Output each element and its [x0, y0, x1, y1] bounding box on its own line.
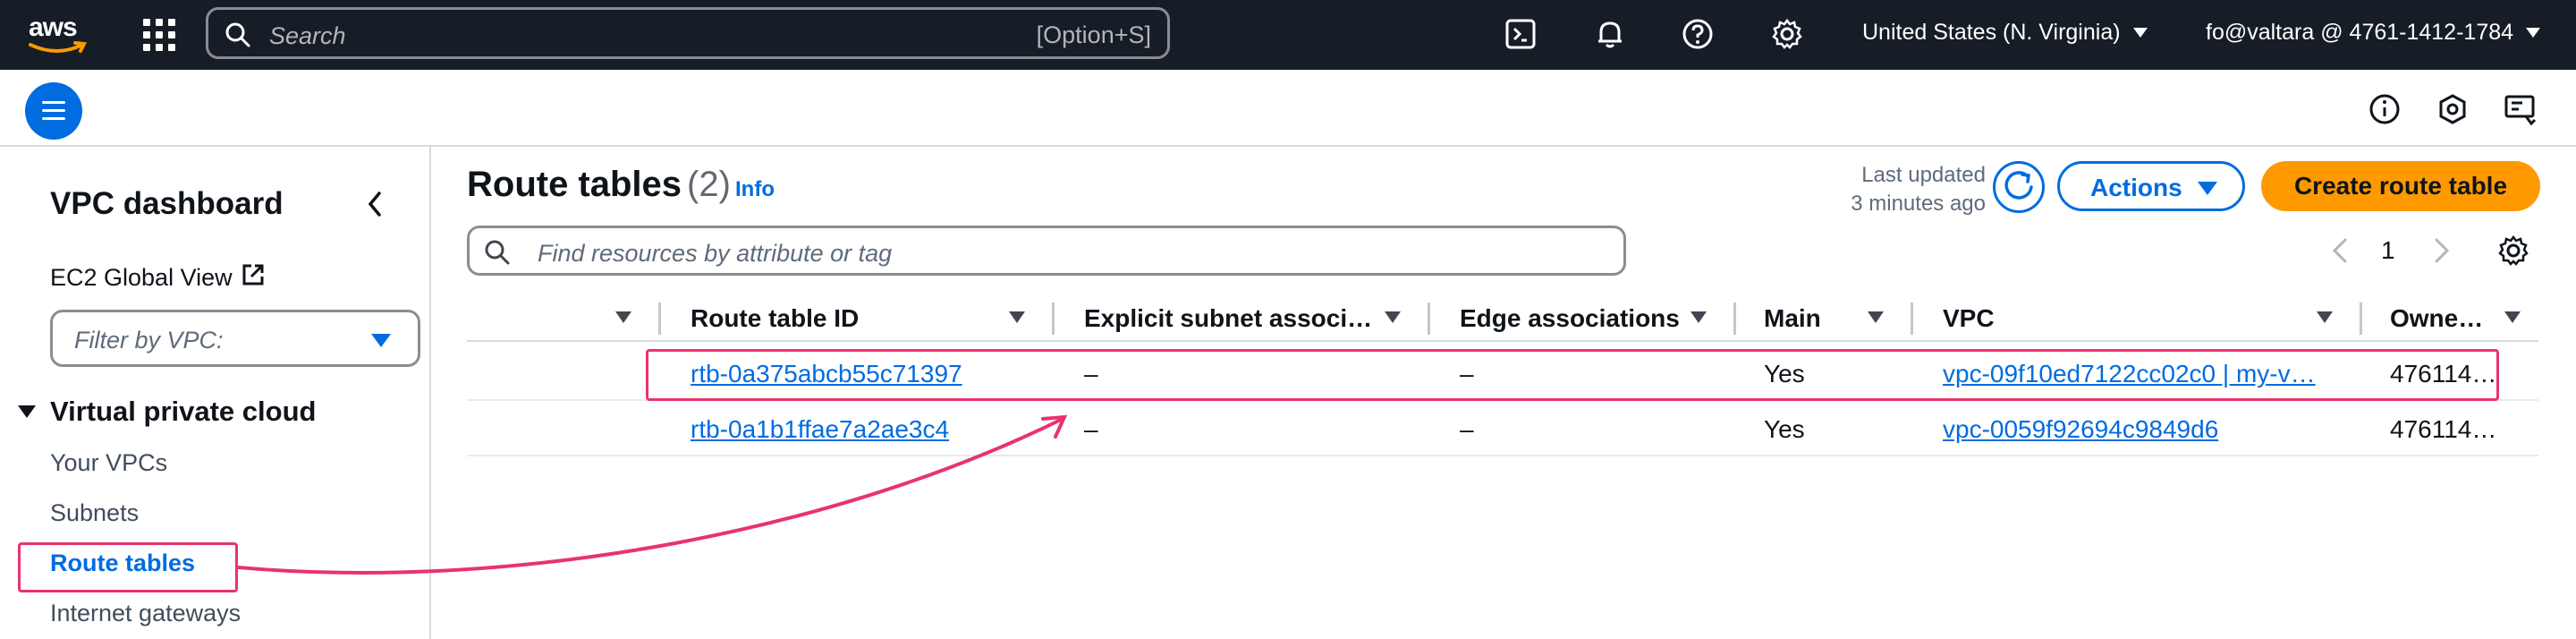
annotation-arrow — [237, 414, 1068, 575]
